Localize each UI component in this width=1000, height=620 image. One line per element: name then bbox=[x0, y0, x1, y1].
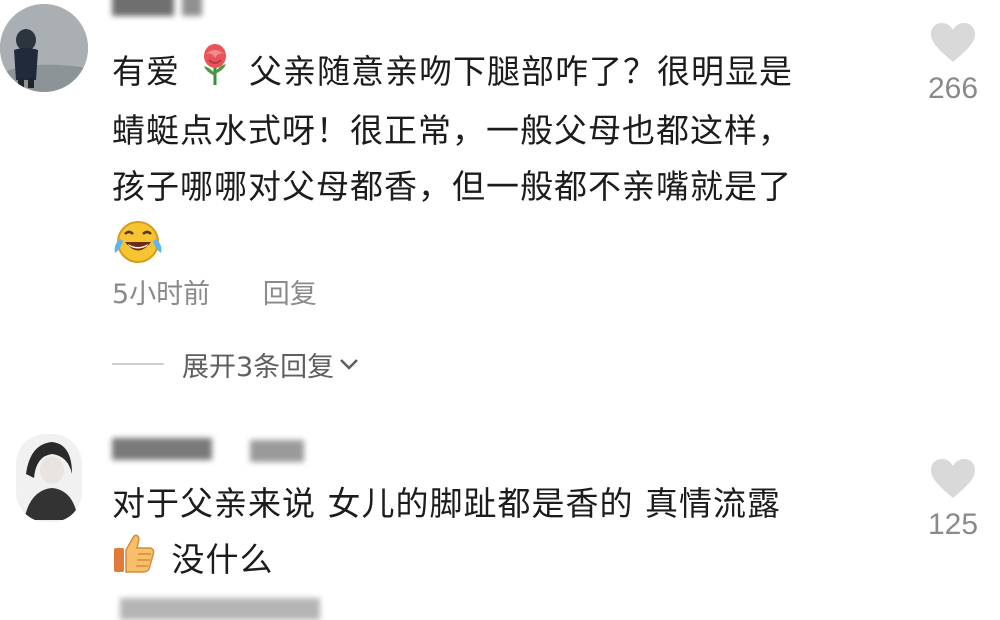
avatar[interactable] bbox=[16, 434, 82, 522]
like-count: 125 bbox=[927, 508, 979, 541]
comment-item: 有爱 父亲随意亲吻下腿部咋了？很明显是 蜻蜓点水式呀！很正常，一般父母也都这样，… bbox=[0, 0, 1000, 400]
expand-replies-button[interactable]: 展开3条回复 bbox=[112, 344, 360, 384]
comment-text-line: 孩子哪哪对父母都香，但一般都不亲嘴就是了 bbox=[112, 167, 792, 206]
rose-emoji-icon bbox=[200, 44, 230, 103]
comment-text-line: 蜻蜓点水式呀！很正常，一般父母也都这样， bbox=[112, 111, 792, 150]
heart-icon bbox=[908, 458, 998, 504]
username-redacted bbox=[112, 438, 212, 460]
comment-text-line: 父亲随意亲吻下腿部咋了？很明显是 bbox=[249, 52, 793, 91]
comment-item: 对于父亲来说 女儿的脚趾都是香的 真情流露 没什么 125 bbox=[0, 428, 1000, 620]
comment-text-line: 对于父亲来说 女儿的脚趾都是香的 真情流露 bbox=[112, 484, 781, 523]
comment-timestamp: 5小时前 bbox=[112, 279, 211, 310]
avatar[interactable] bbox=[0, 4, 88, 92]
like-button[interactable]: 266 bbox=[908, 22, 998, 106]
reply-button[interactable]: 回复 bbox=[263, 272, 317, 311]
username-redacted bbox=[182, 0, 202, 16]
avatar-image bbox=[0, 4, 88, 92]
heart-icon bbox=[908, 22, 998, 68]
divider bbox=[112, 363, 164, 365]
expand-replies-label: 展开3条回复 bbox=[182, 351, 335, 383]
comment-text-line: 有爱 bbox=[112, 52, 180, 91]
comment-meta: 5小时前 回复 bbox=[112, 272, 317, 311]
username-redacted bbox=[112, 0, 174, 16]
username-redacted bbox=[250, 440, 304, 462]
like-count: 266 bbox=[927, 72, 979, 105]
next-comment-redacted bbox=[120, 598, 320, 620]
thumbs-up-emoji-icon bbox=[112, 532, 156, 591]
chevron-down-icon bbox=[338, 356, 360, 372]
comment-text-line: 没什么 bbox=[171, 540, 274, 579]
comment-text: 对于父亲来说 女儿的脚趾都是香的 真情流露 没什么 bbox=[112, 476, 892, 591]
like-button[interactable]: 125 bbox=[908, 458, 998, 542]
comment-text: 有爱 父亲随意亲吻下腿部咋了？很明显是 蜻蜓点水式呀！很正常，一般父母也都这样，… bbox=[112, 44, 892, 282]
avatar-image bbox=[16, 434, 82, 522]
